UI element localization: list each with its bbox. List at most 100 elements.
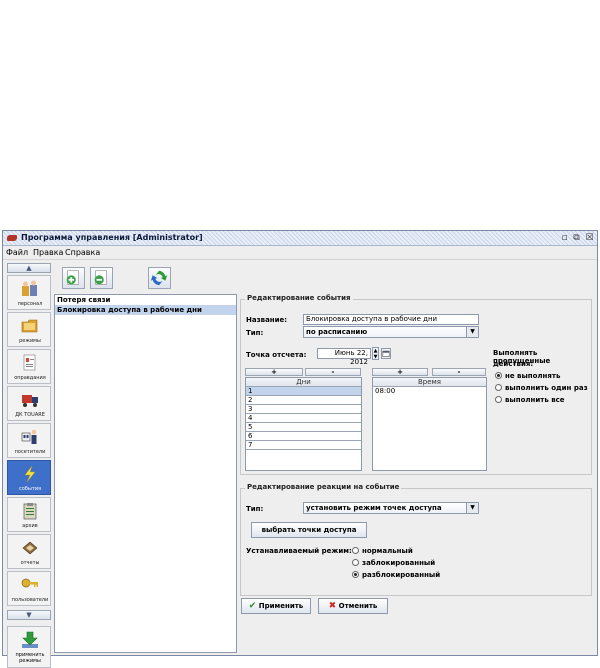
menu-file[interactable]: Файл (6, 248, 28, 257)
missed-option-once[interactable]: выполнить один раз (495, 384, 588, 392)
remove-event-button[interactable] (90, 267, 113, 289)
sidebar-item-personnel[interactable]: персонал (7, 275, 51, 310)
download-arrow-icon (22, 631, 38, 648)
truck-icon (22, 395, 38, 407)
mode-label: Устанавливаемый режим: (246, 547, 352, 555)
visitor-icon (21, 429, 37, 444)
reaction-type-select[interactable]: установить режим точек доступа ▼ (303, 502, 479, 514)
sidebar-item-users[interactable]: пользователи (7, 571, 51, 606)
reference-point-label: Точка отсчета: (246, 351, 307, 359)
edit-reaction-group: Редактирование реакции на событие Тип: у… (240, 483, 592, 596)
group-title: Редактирование события (245, 294, 353, 302)
check-icon: ✔ (248, 601, 257, 611)
table-row[interactable]: 5 (246, 423, 361, 432)
event-list: Потеря связи Блокировка доступа в рабочи… (54, 294, 237, 653)
reference-date-field[interactable]: Июнь 22, 2012 (317, 348, 371, 366)
add-day-button[interactable]: + (245, 368, 303, 376)
sidebar-item-modes[interactable]: режимы (7, 312, 51, 347)
key-icon (21, 578, 38, 588)
radio-selected-icon (495, 372, 502, 379)
chevron-down-icon: ▼ (466, 503, 478, 513)
type-label: Тип: (246, 329, 264, 337)
add-time-button[interactable]: + (372, 368, 428, 376)
group-title: Редактирование реакции на событие (245, 483, 402, 491)
sidebar-scroll-up[interactable]: ▲ (7, 263, 51, 273)
apply-modes-button[interactable]: применить режимы (7, 626, 51, 668)
mode-option-blocked[interactable]: заблокированный (352, 559, 435, 567)
report-icon (22, 541, 38, 555)
close-button[interactable]: ☒ (584, 233, 595, 243)
app-logo-icon (7, 235, 17, 241)
add-event-button[interactable] (62, 267, 85, 289)
table-row[interactable]: 1 (246, 387, 361, 396)
radio-icon (352, 559, 359, 566)
menu-help[interactable]: Справка (65, 248, 100, 257)
sidebar-item-goods[interactable]: ДК TOUARE (7, 386, 51, 421)
sidebar-item-label: посетители (14, 449, 46, 455)
menu-edit[interactable]: Правка (33, 248, 63, 257)
sidebar-item-label: отчеты (20, 560, 40, 566)
sidebar-item-label: оправдания (14, 375, 46, 381)
refresh-icon (150, 270, 168, 286)
days-column-header[interactable]: Дни (246, 378, 361, 387)
event-type-select[interactable]: по расписанию ▼ (303, 326, 479, 338)
sidebar-item-events[interactable]: события (7, 460, 51, 495)
table-row[interactable]: 2 (246, 396, 361, 405)
lightning-icon (24, 465, 36, 483)
calendar-button[interactable] (381, 348, 391, 359)
sidebar-item-visitors[interactable]: посетители (7, 423, 51, 458)
menu-bar: Файл Правка Справка (3, 246, 597, 260)
title-bar[interactable]: Программа управления [Administrator] ▫ ⧉… (3, 231, 597, 246)
missed-option-none[interactable]: не выполнять (495, 372, 560, 380)
radio-icon (495, 384, 502, 391)
remove-icon (94, 270, 107, 285)
table-row[interactable]: 08:00 (373, 387, 486, 396)
missed-option-all[interactable]: выполнить все (495, 396, 565, 404)
table-row[interactable]: 7 (246, 441, 361, 450)
list-item[interactable]: Блокировка доступа в рабочие дни (55, 305, 236, 315)
missed-actions-title-line2: действия: (493, 360, 534, 368)
sidebar-item-justifications[interactable]: оправдания (7, 349, 51, 384)
mode-option-normal[interactable]: нормальный (352, 547, 413, 555)
sidebar-scroll-down[interactable]: ▼ (7, 610, 51, 620)
table-row[interactable]: 4 (246, 414, 361, 423)
table-row[interactable]: 3 (246, 405, 361, 414)
cancel-button[interactable]: ✖ Отменить (318, 598, 388, 614)
close-icon: ✖ (328, 601, 337, 611)
sidebar-item-label: ДК TOUARE (15, 412, 45, 418)
minimize-button[interactable]: ▫ (559, 233, 570, 243)
select-access-points-button[interactable]: выбрать точки доступа (251, 522, 367, 538)
sidebar-item-archive[interactable]: архив (7, 497, 51, 532)
radio-icon (495, 396, 502, 403)
clipboard-icon (23, 503, 37, 520)
refresh-button[interactable] (148, 267, 171, 289)
event-name-field[interactable]: Блокировка доступа в рабочие дни (303, 314, 479, 325)
date-spinner[interactable]: ▲ ▼ (372, 347, 379, 360)
time-column-header[interactable]: Время (373, 378, 486, 387)
times-table: Время 08:00 (372, 377, 487, 471)
radio-icon (352, 547, 359, 554)
apply-button[interactable]: ✔ Применить (241, 598, 311, 614)
window-title: Программа управления [Administrator] (21, 233, 203, 242)
people-icon (22, 280, 37, 296)
folder-icon (21, 319, 38, 333)
main-content: ▲ персонал режимы оправдания ДК TOUARE п… (3, 260, 597, 668)
remove-day-button[interactable]: - (305, 368, 361, 376)
mode-option-unblocked[interactable]: разблокированный (352, 571, 440, 579)
name-label: Название: (246, 316, 288, 324)
chevron-down-icon: ▼ (466, 327, 478, 337)
app-window: Программа управления [Administrator] ▫ ⧉… (2, 230, 598, 668)
reaction-type-label: Тип: (246, 505, 264, 513)
days-table: Дни 1 2 3 4 5 6 7 (245, 377, 362, 471)
list-item[interactable]: Потеря связи (55, 295, 236, 305)
sidebar-item-label: события (18, 486, 41, 492)
edit-event-group: Редактирование события Название: Блокиро… (240, 294, 592, 475)
add-icon (66, 270, 79, 285)
remove-time-button[interactable]: - (432, 368, 486, 376)
sidebar-item-reports[interactable]: отчеты (7, 534, 51, 569)
sidebar-item-label: персонал (17, 301, 43, 307)
sidebar-item-label: пользователи (11, 597, 49, 603)
restore-button[interactable]: ⧉ (571, 233, 582, 243)
table-row[interactable]: 6 (246, 432, 361, 441)
sidebar-item-label: архив (22, 523, 38, 529)
